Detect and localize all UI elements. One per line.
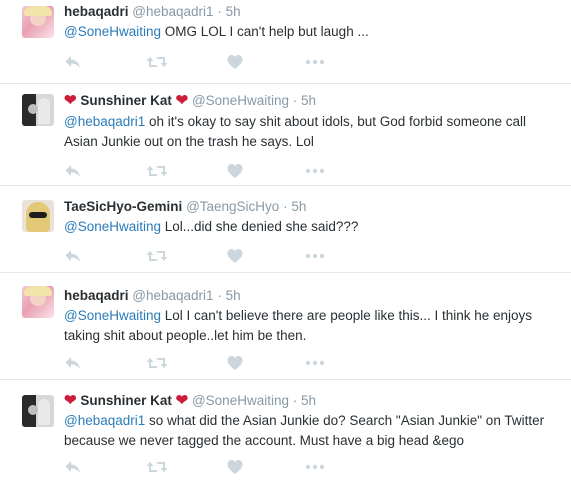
tweet-timestamp[interactable]: 5h — [226, 4, 241, 19]
tweet-timeline: hebaqadri @hebaqadri1 · 5h @SoneHwaiting… — [0, 0, 571, 482]
avatar[interactable] — [22, 286, 54, 318]
tweet-text: @hebaqadri1 oh it's okay to say shit abo… — [64, 112, 554, 152]
tweet-actions — [64, 247, 344, 265]
retweet-icon[interactable] — [146, 247, 168, 265]
more-icon[interactable] — [304, 247, 326, 265]
more-icon[interactable] — [304, 458, 326, 476]
reply-icon[interactable] — [64, 53, 86, 71]
tweet-text: @SoneHwaiting Lol...did she denied she s… — [64, 217, 554, 237]
author-username[interactable]: @hebaqadri1 — [132, 288, 213, 303]
tweet-actions — [64, 53, 344, 71]
tweet-text: @SoneHwaiting OMG LOL I can't help but l… — [64, 22, 554, 42]
reply-icon[interactable] — [64, 458, 86, 476]
tweet-item[interactable]: ❤ Sunshiner Kat ❤ @SoneHwaiting · 5h @he… — [0, 84, 571, 186]
mention-link[interactable]: @SoneHwaiting — [64, 24, 161, 39]
tweet-actions — [64, 162, 344, 180]
avatar[interactable] — [22, 94, 54, 126]
red-heart-emoji: ❤ — [64, 92, 77, 109]
red-heart-emoji: ❤ — [175, 392, 189, 409]
tweet-text: @hebaqadri1 so what did the Asian Junkie… — [64, 411, 554, 451]
tweet-actions — [64, 458, 344, 476]
mention-link[interactable]: @hebaqadri1 — [64, 413, 145, 428]
meta-separator: · — [283, 199, 288, 214]
retweet-icon[interactable] — [146, 53, 168, 71]
tweet-timestamp[interactable]: 5h — [301, 393, 316, 408]
tweet-header: ❤ Sunshiner Kat ❤ @SoneHwaiting · 5h — [64, 392, 316, 410]
tweet-header: hebaqadri @hebaqadri1 · 5h — [64, 287, 241, 305]
retweet-icon[interactable] — [146, 354, 168, 372]
favorite-icon[interactable] — [226, 162, 248, 180]
author-fullname[interactable]: hebaqadri — [64, 288, 129, 303]
tweet-header: hebaqadri @hebaqadri1 · 5h — [64, 3, 241, 21]
author-username[interactable]: @SoneHwaiting — [192, 93, 289, 108]
tweet-timestamp[interactable]: 5h — [301, 93, 316, 108]
tweet-body: Lol...did she denied she said??? — [161, 219, 359, 234]
tweet-item[interactable]: TaeSicHyo-Gemini @TaengSicHyo · 5h @Sone… — [0, 186, 571, 273]
author-username[interactable]: @hebaqadri1 — [132, 4, 213, 19]
tweet-actions — [64, 354, 344, 372]
avatar[interactable] — [22, 6, 54, 38]
mention-link[interactable]: @SoneHwaiting — [64, 308, 161, 323]
avatar[interactable] — [22, 200, 54, 232]
tweet-item[interactable]: hebaqadri @hebaqadri1 · 5h @SoneHwaiting… — [0, 273, 571, 380]
red-heart-emoji: ❤ — [175, 92, 189, 109]
retweet-icon[interactable] — [146, 458, 168, 476]
favorite-icon[interactable] — [226, 458, 248, 476]
more-icon[interactable] — [304, 53, 326, 71]
more-icon[interactable] — [304, 162, 326, 180]
author-fullname[interactable]: Sunshiner Kat — [80, 393, 172, 408]
tweet-item[interactable]: hebaqadri @hebaqadri1 · 5h @SoneHwaiting… — [0, 0, 571, 84]
author-username[interactable]: @SoneHwaiting — [192, 393, 289, 408]
meta-separator: · — [217, 288, 222, 303]
mention-link[interactable]: @hebaqadri1 — [64, 114, 145, 129]
author-username[interactable]: @TaengSicHyo — [186, 199, 279, 214]
author-fullname[interactable]: Sunshiner Kat — [80, 93, 172, 108]
author-fullname[interactable]: hebaqadri — [64, 4, 129, 19]
red-heart-emoji: ❤ — [64, 392, 77, 409]
meta-separator: · — [292, 93, 298, 108]
tweet-timestamp[interactable]: 5h — [226, 288, 241, 303]
retweet-icon[interactable] — [146, 162, 168, 180]
more-icon[interactable] — [304, 354, 326, 372]
avatar[interactable] — [22, 395, 54, 427]
meta-separator: · — [217, 4, 222, 19]
mention-link[interactable]: @SoneHwaiting — [64, 219, 161, 234]
tweet-body: OMG LOL I can't help but laugh ... — [161, 24, 369, 39]
tweet-header: ❤ Sunshiner Kat ❤ @SoneHwaiting · 5h — [64, 92, 316, 110]
tweet-header: TaeSicHyo-Gemini @TaengSicHyo · 5h — [64, 198, 306, 216]
meta-separator: · — [292, 393, 298, 408]
reply-icon[interactable] — [64, 247, 86, 265]
author-fullname[interactable]: TaeSicHyo-Gemini — [64, 199, 182, 214]
favorite-icon[interactable] — [226, 53, 248, 71]
tweet-item[interactable]: ❤ Sunshiner Kat ❤ @SoneHwaiting · 5h @he… — [0, 380, 571, 482]
tweet-timestamp[interactable]: 5h — [291, 199, 306, 214]
reply-icon[interactable] — [64, 162, 86, 180]
tweet-text: @SoneHwaiting Lol I can't believe there … — [64, 306, 554, 346]
reply-icon[interactable] — [64, 354, 86, 372]
favorite-icon[interactable] — [226, 247, 248, 265]
favorite-icon[interactable] — [226, 354, 248, 372]
